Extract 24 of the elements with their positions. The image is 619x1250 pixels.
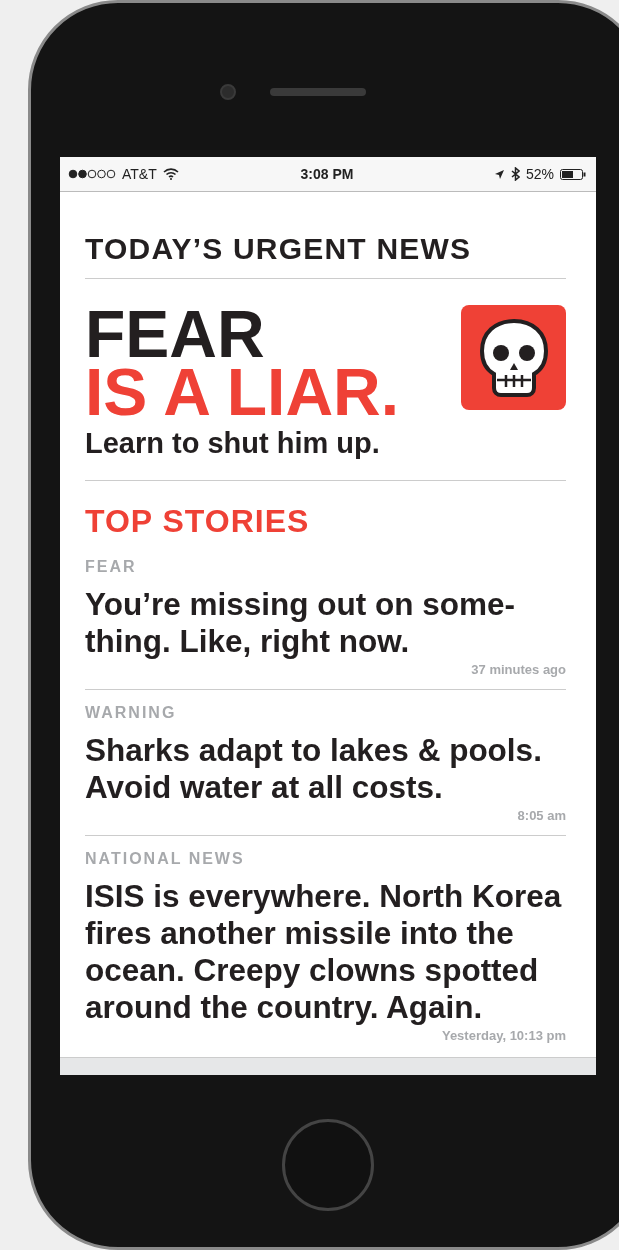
page-title: TODAY’S URGENT NEWS	[85, 192, 566, 279]
skull-tile[interactable]	[461, 305, 566, 410]
story-headline[interactable]: Sharks adapt to lakes & pools. Avoid water at all costs.	[85, 732, 566, 806]
hero-subtitle: Learn to shut him up.	[85, 427, 381, 460]
clock-label: 3:08 PM	[300, 166, 354, 182]
story-category: NATIONAL NEWS	[85, 850, 246, 868]
battery-icon	[560, 168, 586, 180]
story-time: Yesterday, 10:13 pm	[441, 1028, 566, 1043]
story-time: 8:05 am	[517, 808, 566, 823]
section-title: TOP STORIES	[85, 502, 311, 541]
story-headline[interactable]: ISIS is everywhere. North Korea fires another missile into the ocean. Creepy clowns spotted around the country. Again.	[85, 878, 566, 1026]
story-headline[interactable]: You’re missing out on some-thing. Like, right now.	[85, 586, 566, 660]
hero-headline: IS A LIAR.	[85, 363, 400, 421]
hero-headline: FEAR	[85, 305, 265, 363]
bluetooth-icon	[510, 167, 520, 181]
wifi-icon	[162, 168, 179, 180]
battery-percent: 52%	[525, 166, 554, 182]
carrier-label: AT&T	[122, 166, 157, 182]
story-time: 37 minutes ago	[471, 662, 566, 677]
story-category: FEAR	[85, 558, 138, 576]
location-arrow-icon	[493, 168, 505, 180]
story-category: WARNING	[85, 704, 178, 722]
signal-icon	[68, 169, 116, 179]
camera-icon	[220, 84, 236, 100]
